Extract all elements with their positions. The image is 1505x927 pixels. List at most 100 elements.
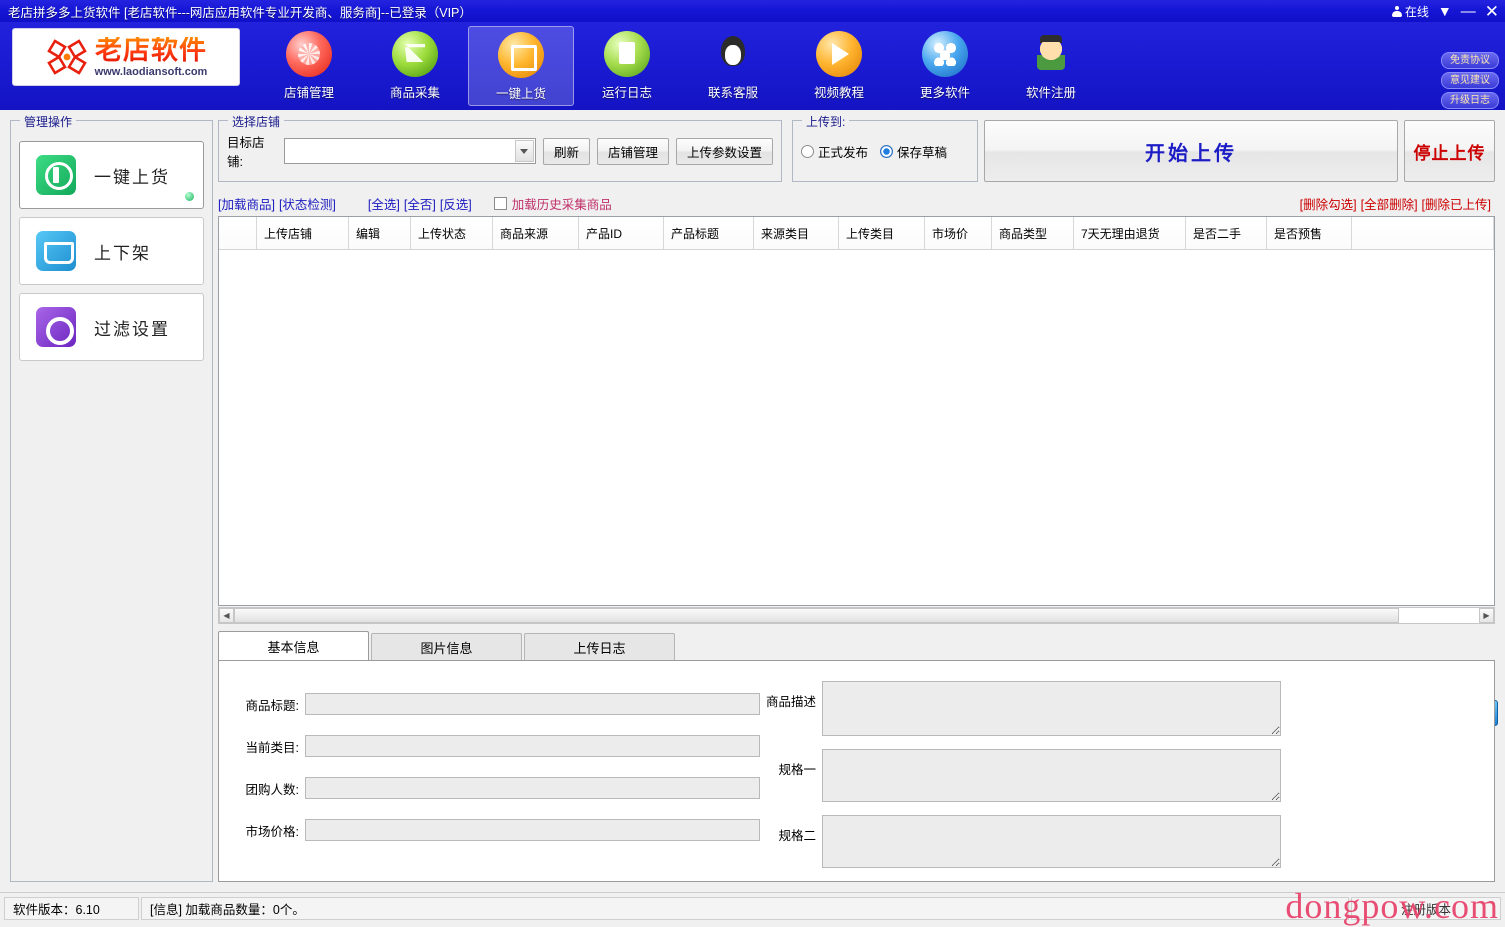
grid-horizontal-scrollbar[interactable]: ◀ ▶ <box>218 607 1495 624</box>
radio-dot-selected <box>880 144 894 158</box>
upload-to-title: 上传到: <box>802 113 850 130</box>
refresh-button[interactable]: 刷新 <box>542 137 590 165</box>
tab-basic-info[interactable]: 基本信息 <box>218 631 369 661</box>
market-price-input[interactable] <box>305 819 760 841</box>
select-all-link[interactable]: [全选] <box>368 194 400 213</box>
load-history-checkbox[interactable] <box>493 196 507 210</box>
action-link-bar: [加载商品] [状态检测] [全选] [全否] [反选] 加载历史采集商品 [删… <box>218 192 1495 214</box>
toolbar-item-contact-service[interactable]: 联系客服 <box>680 26 786 106</box>
target-shop-combo[interactable] <box>283 138 536 164</box>
toolbar-item-more-software[interactable]: 更多软件 <box>892 26 998 106</box>
minimize-button[interactable]: — <box>1461 4 1476 19</box>
upload-params-button[interactable]: 上传参数设置 <box>675 137 773 165</box>
chevron-down-icon[interactable] <box>514 140 534 162</box>
online-label: 在线 <box>1404 4 1429 19</box>
close-button[interactable]: ✕ <box>1485 3 1499 20</box>
toolbar-item-run-log[interactable]: 运行日志 <box>574 26 680 106</box>
sidebar-item-label: 上下架 <box>94 243 151 263</box>
online-status[interactable]: 在线 <box>1391 3 1429 20</box>
toolbar-item-video-tutorial[interactable]: 视频教程 <box>786 26 892 106</box>
grid-col-upload-category[interactable]: 上传类目 <box>839 217 925 249</box>
sidebar-item-shelf-management[interactable]: 上下架 <box>19 217 204 285</box>
start-upload-button[interactable]: 开始上传 <box>984 120 1398 182</box>
current-category-input[interactable] <box>305 735 760 757</box>
spec-one-textarea[interactable] <box>822 749 1281 802</box>
sidebar-item-filter-settings[interactable]: 过滤设置 <box>19 293 204 361</box>
invert-select-link[interactable]: [反选] <box>440 194 472 213</box>
status-check-link[interactable]: [状态检测] <box>279 194 336 213</box>
radio-save-draft[interactable]: 保存草稿 <box>880 142 947 161</box>
grid-col-upload-shop[interactable]: 上传店铺 <box>257 217 349 249</box>
app-logo: 老店软件 www.laodiansoft.com <box>12 28 240 86</box>
delete-all-link[interactable]: [全部删除] <box>1361 194 1418 213</box>
load-products-link[interactable]: [加载商品] <box>218 194 275 213</box>
grid-col-product-id[interactable]: 产品ID <box>579 217 664 249</box>
video-icon <box>816 31 862 77</box>
collect-icon <box>392 31 438 77</box>
tab-upload-log[interactable]: 上传日志 <box>524 633 675 661</box>
status-registration: 注册版本 <box>1351 896 1501 920</box>
product-description-textarea[interactable] <box>822 681 1281 736</box>
toolbar-small-buttons: 免责协议 意见建议 升级日志 <box>1441 52 1499 109</box>
select-shop-group: 选择店铺 目标店铺: 刷新 店铺管理 上传参数设置 <box>218 113 782 182</box>
grid-col-source-category[interactable]: 来源类目 <box>754 217 839 249</box>
grid-body[interactable] <box>219 250 1494 605</box>
group-buy-count-input[interactable] <box>305 777 760 799</box>
select-none-link[interactable]: [全否] <box>404 194 436 213</box>
field-product-title: 商品标题: <box>227 693 760 715</box>
chevron-down-icon[interactable]: ▼ <box>1438 4 1452 18</box>
delete-checked-link[interactable]: [删除勾选] <box>1300 194 1357 213</box>
grid-col-product-type[interactable]: 商品类型 <box>992 217 1074 249</box>
grid-col-edit[interactable]: 编辑 <box>349 217 411 249</box>
radio-dot <box>801 144 814 158</box>
grid-col-presale[interactable]: 是否预售 <box>1267 217 1352 249</box>
title-bar-controls: 在线 ▼ — ✕ <box>1391 0 1499 22</box>
grid-col-second-hand[interactable]: 是否二手 <box>1186 217 1267 249</box>
grid-col-market-price[interactable]: 市场价 <box>925 217 992 249</box>
stop-upload-button[interactable]: 停止上传 <box>1404 120 1495 182</box>
scroll-track[interactable] <box>234 608 1479 623</box>
toolbar-item-product-collect[interactable]: 商品采集 <box>362 26 468 106</box>
sidebar-panel: 管理操作 一键上货 上下架 过滤设置 <box>10 113 213 882</box>
status-version: 软件版本：6.10 <box>4 896 139 920</box>
toolbar-label: 店铺管理 <box>283 86 334 100</box>
product-grid[interactable]: 上传店铺 编辑 上传状态 商品来源 产品ID 产品标题 来源类目 上传类目 市场… <box>218 216 1495 606</box>
radio-label: 保存草稿 <box>897 145 948 160</box>
gear-icon <box>36 307 76 347</box>
tab-image-info[interactable]: 图片信息 <box>371 633 522 661</box>
logo-url: www.laodiansoft.com <box>94 65 208 78</box>
more-software-icon <box>922 31 968 77</box>
toolbar-items: 店铺管理 商品采集 一键上货 运行日志 联系客服 视频教程 更多软件 软件注册 <box>256 26 1104 106</box>
toolbar-item-shop-management[interactable]: 店铺管理 <box>256 26 362 106</box>
title-bar: 老店拼多多上货软件 [老店软件---网店应用软件专业开发商、服务商]--已登录（… <box>0 0 1505 22</box>
field-market-price: 市场价格: <box>227 819 760 841</box>
scroll-thumb[interactable] <box>234 608 1399 623</box>
product-title-input[interactable] <box>305 693 760 715</box>
sidebar-item-one-key-upload[interactable]: 一键上货 <box>19 141 204 209</box>
grid-col-checkbox[interactable] <box>219 217 257 249</box>
detail-panel: 商品标题: 当前类目: 团购人数: 市场价格: 商品描述 规格一 规格二 <box>218 660 1495 882</box>
grid-col-7day-return[interactable]: 7天无理由退货 <box>1074 217 1186 249</box>
grid-col-product-title[interactable]: 产品标题 <box>664 217 754 249</box>
toolbar-label: 运行日志 <box>601 86 652 100</box>
shop-management-button[interactable]: 店铺管理 <box>596 137 669 165</box>
grid-col-upload-status[interactable]: 上传状态 <box>411 217 493 249</box>
target-shop-label: 目标店铺: <box>227 136 265 169</box>
register-icon <box>1028 31 1074 77</box>
sidebar-item-label: 过滤设置 <box>94 319 170 339</box>
feedback-button[interactable]: 意见建议 <box>1441 72 1499 89</box>
upgrade-log-button[interactable]: 升级日志 <box>1441 92 1499 109</box>
toolbar-item-software-register[interactable]: 软件注册 <box>998 26 1104 106</box>
grid-col-product-source[interactable]: 商品来源 <box>493 217 579 249</box>
radio-publish[interactable]: 正式发布 <box>801 142 868 161</box>
scroll-right-icon[interactable]: ▶ <box>1479 608 1494 623</box>
toolbar-item-one-key-upload[interactable]: 一键上货 <box>468 26 574 106</box>
field-label: 规格一 <box>778 763 816 777</box>
scroll-left-icon[interactable]: ◀ <box>219 608 234 623</box>
grid-header: 上传店铺 编辑 上传状态 商品来源 产品ID 产品标题 来源类目 上传类目 市场… <box>219 217 1494 250</box>
toolbar-label: 更多软件 <box>919 86 970 100</box>
disclaimer-button[interactable]: 免责协议 <box>1441 52 1499 69</box>
field-label: 规格二 <box>778 829 816 843</box>
spec-two-textarea[interactable] <box>822 815 1281 868</box>
delete-uploaded-link[interactable]: [删除已上传] <box>1422 194 1491 213</box>
